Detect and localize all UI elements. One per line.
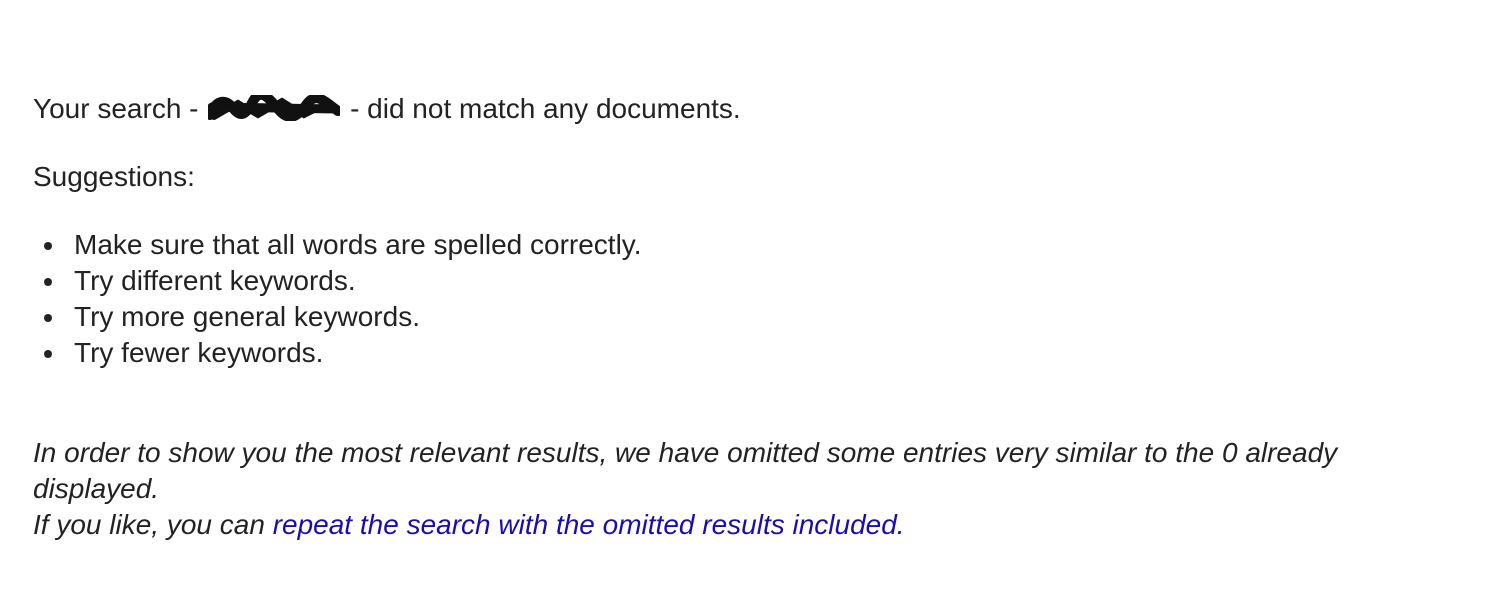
suggestion-item: Try different keywords. [33, 263, 1453, 299]
suggestion-text: Try more general keywords. [74, 301, 420, 332]
suggestion-item: Try more general keywords. [33, 299, 1453, 335]
bullet-icon [44, 314, 52, 322]
search-results-page: Your search - - did not match any docume… [33, 91, 1453, 543]
omitted-explanation: In order to show you the most relevant r… [33, 437, 1338, 504]
redacted-query-scribble [208, 95, 341, 121]
suggestions-heading: Suggestions: [33, 161, 195, 192]
suggestion-text: Make sure that all words are spelled cor… [74, 229, 642, 260]
omitted-repeat-line: If you like, you can repeat the search w… [33, 507, 1353, 543]
bullet-icon [44, 278, 52, 286]
suggestion-text: Try different keywords. [74, 265, 356, 296]
omitted-results-notice: In order to show you the most relevant r… [33, 435, 1353, 543]
no-results-message: Your search - - did not match any docume… [33, 91, 1453, 127]
suggestion-item: Try fewer keywords. [33, 335, 1453, 371]
repeat-search-link[interactable]: repeat the search with the omitted resul… [273, 509, 905, 540]
redaction-scribble-icon [208, 95, 341, 121]
bullet-icon [44, 242, 52, 250]
no-results-suffix: - did not match any documents. [350, 93, 741, 124]
suggestion-item: Make sure that all words are spelled cor… [33, 227, 1453, 263]
suggestion-text: Try fewer keywords. [74, 337, 324, 368]
omitted-repeat-prefix: If you like, you can [33, 509, 265, 540]
suggestion-list: Make sure that all words are spelled cor… [33, 227, 1453, 371]
bullet-icon [44, 350, 52, 358]
no-results-prefix: Your search - [33, 93, 199, 124]
